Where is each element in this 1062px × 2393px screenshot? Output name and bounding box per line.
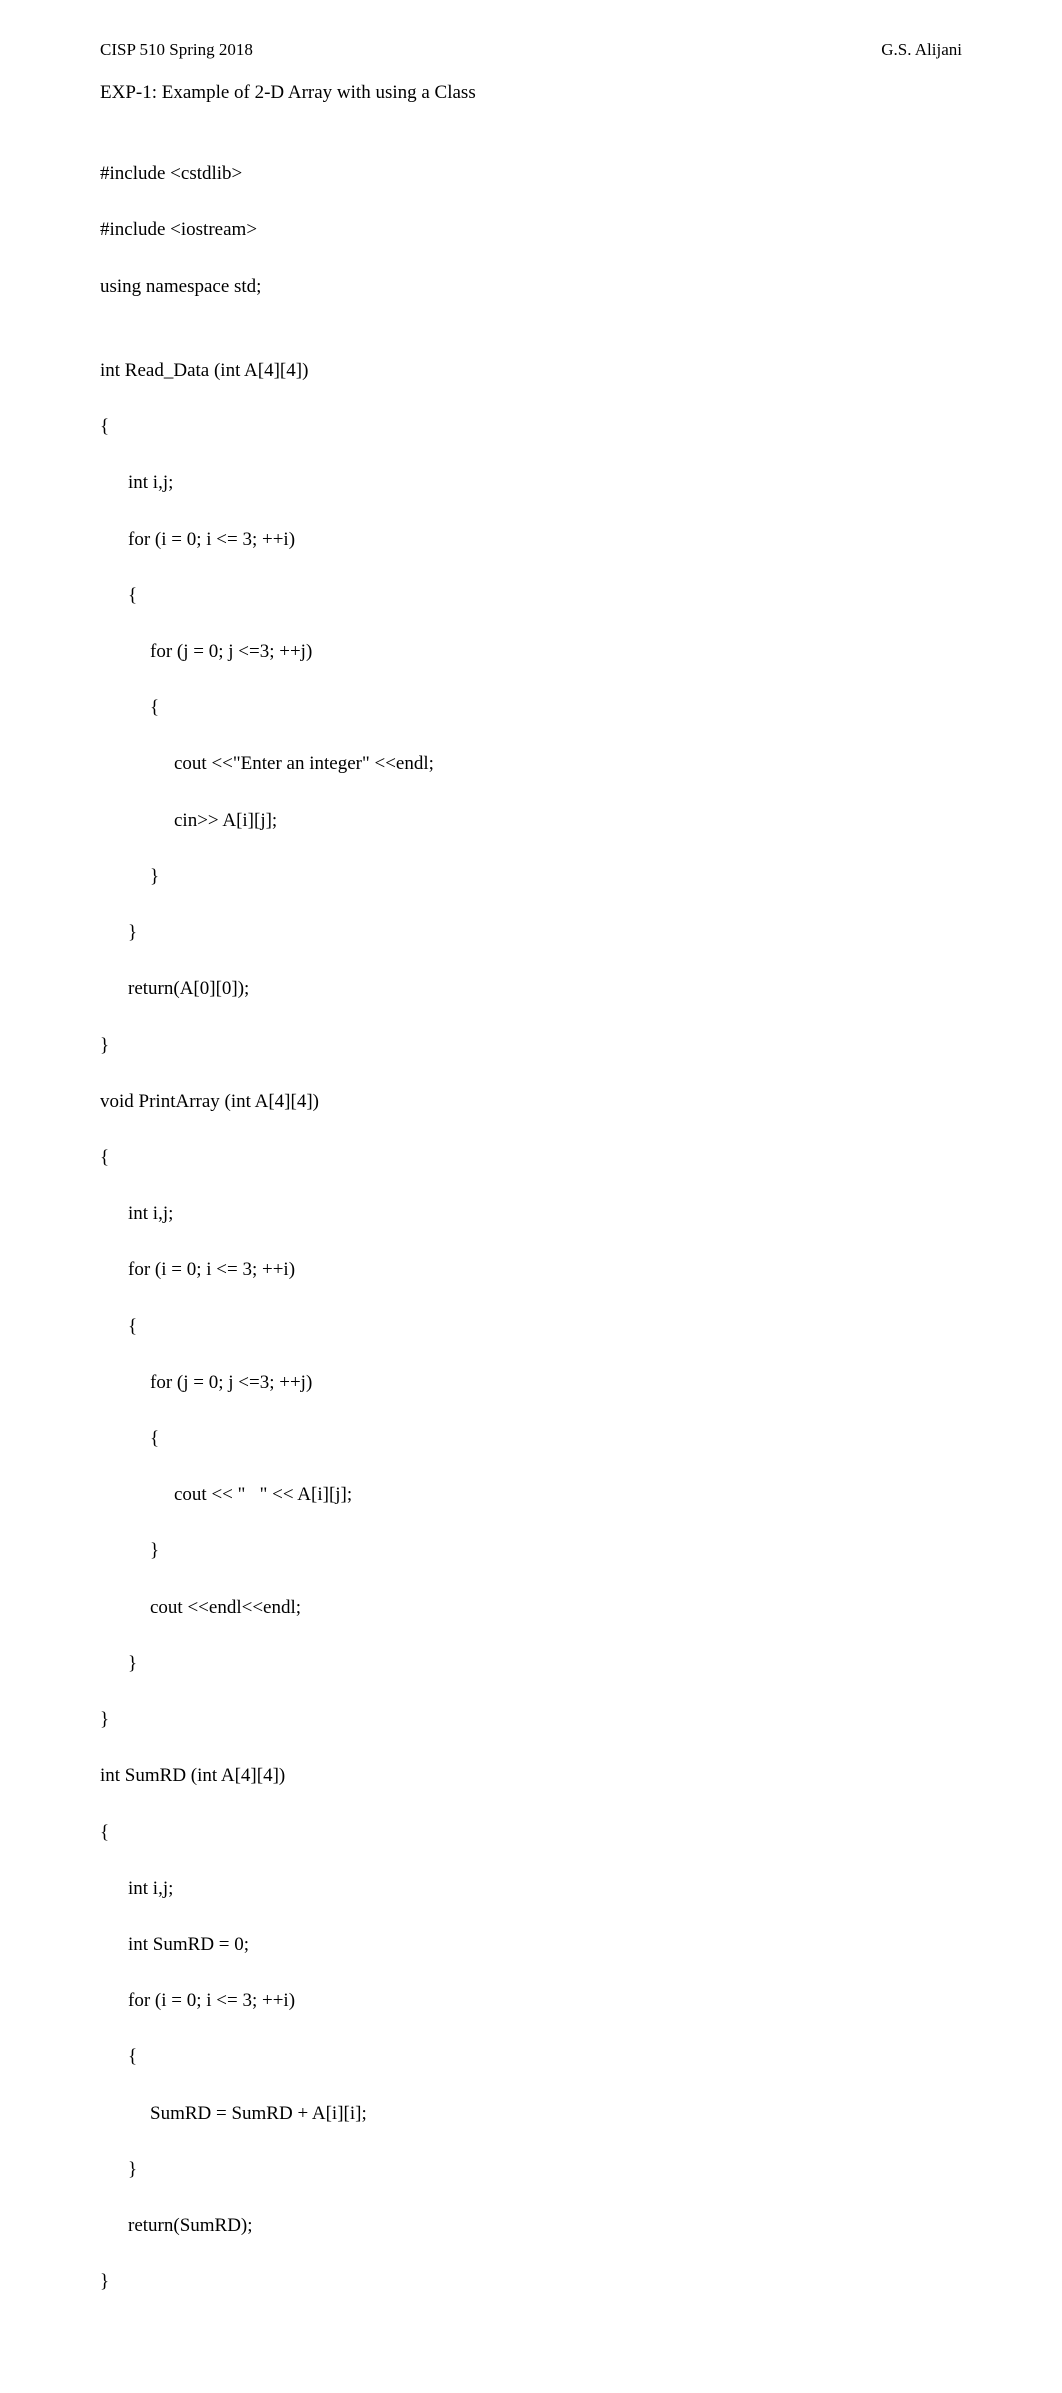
code-line: { <box>100 694 962 722</box>
code-line: } <box>100 1032 962 1060</box>
code-line: #include <cstdlib> <box>100 160 962 188</box>
code-line: cout <<endl<<endl; <box>100 1594 962 1622</box>
document-title: EXP-1: Example of 2-D Array with using a… <box>100 82 962 104</box>
code-line: { <box>100 2043 962 2071</box>
code-line: for (j = 0; j <=3; ++j) <box>100 638 962 666</box>
code-line: int Read_Data (int A[4][4]) <box>100 357 962 385</box>
code-line: { <box>100 1144 962 1172</box>
code-line: for (i = 0; i <= 3; ++i) <box>100 1987 962 2015</box>
code-line: { <box>100 1425 962 1453</box>
code-line: { <box>100 582 962 610</box>
header-right: G.S. Alijani <box>881 40 962 60</box>
code-line: void PrintArray (int A[4][4]) <box>100 1088 962 1116</box>
code-line: int SumRD = 0; <box>100 1931 962 1959</box>
code-line: SumRD = SumRD + A[i][i]; <box>100 2100 962 2128</box>
code-line: } <box>100 1706 962 1734</box>
code-line: for (i = 0; i <= 3; ++i) <box>100 1256 962 1284</box>
code-line: } <box>100 2156 962 2184</box>
code-line: using namespace std; <box>100 273 962 301</box>
code-line: { <box>100 413 962 441</box>
code-line: return(SumRD); <box>100 2212 962 2240</box>
code-line: } <box>100 2268 962 2296</box>
code-line: return(A[0][0]); <box>100 975 962 1003</box>
code-line: cout << " " << A[i][j]; <box>100 1481 962 1509</box>
code-line: } <box>100 1537 962 1565</box>
code-line: #include <iostream> <box>100 216 962 244</box>
header-left: CISP 510 Spring 2018 <box>100 40 253 60</box>
code-block: #include <cstdlib> #include <iostream> u… <box>100 132 962 2353</box>
code-line: { <box>100 1313 962 1341</box>
page: CISP 510 Spring 2018 G.S. Alijani EXP-1:… <box>0 0 1062 2393</box>
code-line: cin>> A[i][j]; <box>100 807 962 835</box>
code-line: } <box>100 919 962 947</box>
code-line: } <box>100 863 962 891</box>
code-line: int i,j; <box>100 1200 962 1228</box>
code-line: for (i = 0; i <= 3; ++i) <box>100 526 962 554</box>
code-line: for (j = 0; j <=3; ++j) <box>100 1369 962 1397</box>
page-header: CISP 510 Spring 2018 G.S. Alijani <box>100 40 962 60</box>
code-line: cout <<"Enter an integer" <<endl; <box>100 750 962 778</box>
code-line: { <box>100 1819 962 1847</box>
code-line: } <box>100 1650 962 1678</box>
code-line: int i,j; <box>100 469 962 497</box>
code-line: int i,j; <box>100 1875 962 1903</box>
code-line: int SumRD (int A[4][4]) <box>100 1762 962 1790</box>
